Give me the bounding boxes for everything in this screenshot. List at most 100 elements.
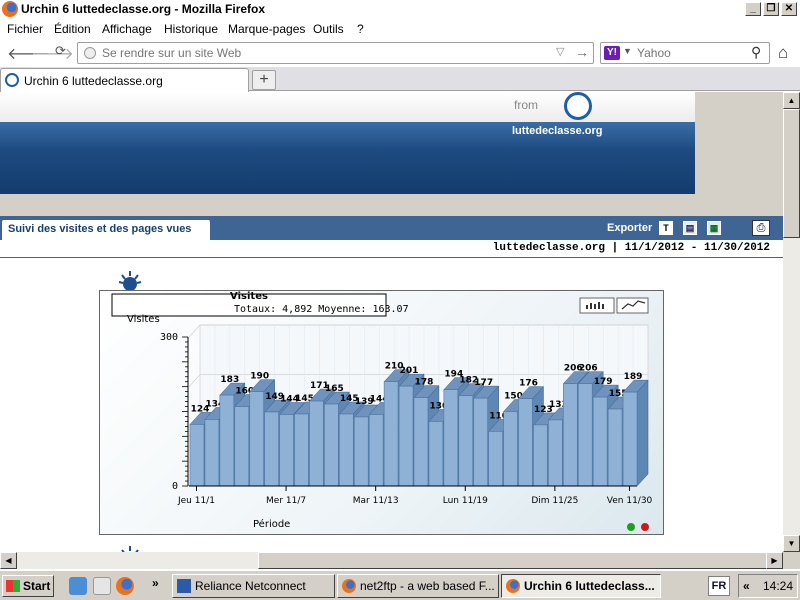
language-indicator[interactable]: FR <box>708 576 730 596</box>
tab-urchin[interactable]: Urchin 6 luttedeclasse.org <box>0 68 249 92</box>
visits-chart-panel: Visites Totaux: 4,892 Moyenne: 163.07 Vi… <box>99 290 664 535</box>
bar <box>622 391 638 487</box>
bar-value-label: 206 <box>579 364 598 374</box>
x-tick-label: Lun 11/19 <box>443 496 488 506</box>
menu-file[interactable]: Fichier <box>7 22 43 36</box>
menu-tools[interactable]: Outils <box>313 22 344 36</box>
close-button[interactable]: ✕ <box>781 2 797 16</box>
bar <box>533 424 548 487</box>
bar <box>577 383 593 487</box>
bar <box>413 397 429 487</box>
scroll-right-button[interactable]: ▶ <box>766 552 783 569</box>
tray-expand-icon[interactable]: « <box>743 579 750 593</box>
yahoo-engine-icon[interactable]: Y! <box>604 46 620 60</box>
favicon-icon <box>5 73 19 87</box>
page-content: from luttedeclasse.org Suivi des visites… <box>0 92 783 552</box>
scroll-up-button[interactable]: ▲ <box>783 92 800 109</box>
header-spacer <box>0 194 695 216</box>
quicklaunch-overflow-icon[interactable]: » <box>152 576 159 590</box>
plot-area: 0300124134183160190149144145171165145139… <box>160 324 653 506</box>
bar <box>189 424 205 487</box>
start-button[interactable]: Start <box>2 575 54 597</box>
window-title: Urchin 6 luttedeclasse.org - Mozilla Fir… <box>21 2 266 16</box>
menu-view[interactable]: Affichage <box>102 22 152 36</box>
y-axis-label: Visites <box>127 314 160 325</box>
maximize-button[interactable]: ❐ <box>763 2 779 16</box>
bar <box>503 411 518 487</box>
task-reliance[interactable]: Reliance Netconnect <box>172 574 335 598</box>
bar <box>607 408 623 487</box>
date-range: luttedeclasse.org | 11/1/2012 - 11/30/20… <box>492 242 770 254</box>
engine-dropdown-icon[interactable]: ▼ <box>623 46 632 56</box>
x-tick-label: Jeu 11/1 <box>177 496 215 506</box>
tab-strip: Urchin 6 luttedeclasse.org + <box>0 67 800 92</box>
globe-icon <box>84 47 96 59</box>
bar-value-label: 179 <box>594 377 613 387</box>
quicklaunch-ie-icon[interactable] <box>69 577 87 595</box>
windows-logo-icon <box>6 580 20 592</box>
reload-icon[interactable]: ⟳ <box>55 43 66 59</box>
bar <box>294 413 309 487</box>
y-tick-label: 300 <box>160 332 178 343</box>
export-xls-icon[interactable]: ▦ <box>707 221 721 235</box>
status-red-dot <box>641 523 649 531</box>
quicklaunch-firefox-icon[interactable] <box>116 577 134 595</box>
bar-value-label: 190 <box>250 372 269 382</box>
menu-history[interactable]: Historique <box>164 22 218 36</box>
system-tray: « 14:24 <box>738 574 798 598</box>
search-bar[interactable]: Y! ▼ ⚲ <box>600 42 770 64</box>
x-tick-label: Ven 11/30 <box>607 496 653 506</box>
bar <box>563 383 578 487</box>
window-titlebar: Urchin 6 luttedeclasse.org - Mozilla Fir… <box>0 0 800 19</box>
bar <box>264 411 279 487</box>
print-icon[interactable]: ⎙ <box>752 220 770 236</box>
horizontal-scrollbar[interactable]: ◀ ▶ <box>0 552 783 569</box>
bar <box>219 394 235 487</box>
minimize-button[interactable]: _ <box>745 2 761 16</box>
vertical-scroll-thumb[interactable] <box>783 109 800 238</box>
bar <box>518 398 533 487</box>
menu-help[interactable]: ? <box>357 22 364 36</box>
scroll-left-button[interactable]: ◀ <box>0 552 17 569</box>
search-icon[interactable]: ⚲ <box>751 44 761 61</box>
url-input[interactable] <box>102 45 542 61</box>
task-net2ftp[interactable]: net2ftp - a web based F... <box>337 574 499 598</box>
from-label: from <box>514 98 538 112</box>
history-dropdown-icon[interactable]: ▽ <box>556 45 564 58</box>
y-tick-label: 0 <box>172 481 178 492</box>
bar <box>249 391 264 487</box>
firefox-icon <box>506 579 520 593</box>
bar <box>592 396 608 487</box>
report-tab[interactable]: Suivi des visites et des pages vues <box>2 220 210 240</box>
url-bar[interactable]: ▽ → <box>77 42 594 64</box>
menu-edit[interactable]: Édition <box>54 22 91 36</box>
bar <box>353 416 369 487</box>
quicklaunch-notepad-icon[interactable] <box>93 577 111 595</box>
bar <box>279 414 294 487</box>
export-csv-icon[interactable]: ▤ <box>683 221 697 235</box>
firefox-icon <box>342 579 356 593</box>
task-urchin[interactable]: Urchin 6 luttedeclass... <box>501 574 661 598</box>
vertical-scrollbar[interactable]: ▲ ▼ <box>783 92 800 552</box>
horizontal-scroll-thumb[interactable] <box>258 552 776 569</box>
windows-taskbar: Start » Reliance Netconnect net2ftp - a … <box>0 570 800 600</box>
task-label: Urchin 6 luttedeclass... <box>524 579 655 593</box>
chart-totals: Totaux: 4,892 Moyenne: 163.07 <box>234 304 409 315</box>
bar-value-label: 176 <box>519 379 538 389</box>
go-arrow-icon[interactable]: → <box>575 44 589 60</box>
export-text-icon[interactable]: T <box>659 221 673 235</box>
site-name: luttedeclasse.org <box>512 125 603 137</box>
scroll-down-button[interactable]: ▼ <box>783 535 800 552</box>
new-tab-button[interactable]: + <box>252 70 276 90</box>
bar-view-button[interactable] <box>579 297 615 314</box>
menu-bookmarks[interactable]: Marque-pages <box>228 22 305 36</box>
forward-arrow-icon[interactable]: 🡒 <box>31 43 74 64</box>
urchin-logo-icon <box>564 92 592 120</box>
menu-bar: Fichier Édition Affichage Historique Mar… <box>0 19 800 39</box>
bar <box>488 431 503 487</box>
home-icon[interactable]: ⌂ <box>778 43 788 63</box>
search-input[interactable] <box>637 45 747 61</box>
sun-badge-icon <box>118 271 142 290</box>
firefox-logo-icon <box>2 1 18 17</box>
bar-value-label: 165 <box>325 384 344 394</box>
